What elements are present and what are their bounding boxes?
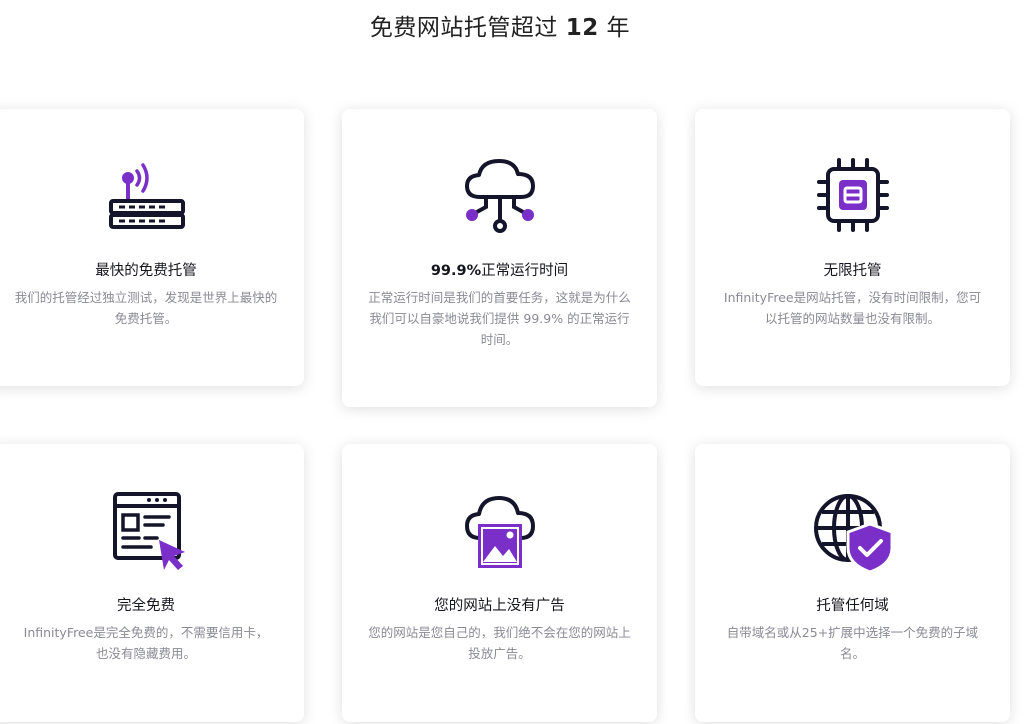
card-title-rest: 正常运行时间 [481,263,569,279]
feature-card-any-domain: 托管任何域 自带域名或从25+扩展中选择一个免费的子域名。 [695,444,1010,722]
card-title: 您的网站上没有广告 [434,598,565,614]
cloud-image-icon [342,488,657,578]
feature-card-no-ads: 您的网站上没有广告 您的网站是您自己的，我们绝不会在您的网站上投放广告。 [342,444,657,722]
title-suffix: 年 [598,15,631,41]
card-title: 最快的免费托管 [95,263,197,279]
card-description: 正常运行时间是我们的首要任务，这就是为什么我们可以自豪地说我们提供 99.9% … [368,290,631,347]
card-description: InfinityFree是网站托管，没有时间限制，您可以托管的网站数量也没有限制… [723,290,982,326]
feature-card-uptime: 99.9%正常运行时间 正常运行时间是我们的首要任务，这就是为什么我们可以自豪地… [342,109,657,407]
globe-shield-icon [695,488,1010,578]
card-title: 托管任何域 [816,598,889,614]
card-description: 您的网站是您自己的，我们绝不会在您的网站上投放广告。 [368,625,631,661]
card-title-bold: 99.9% [430,263,482,279]
feature-card-fastest: 最快的免费托管 我们的托管经过独立测试，发现是世界上最快的免费托管。 [0,109,304,386]
feature-card-free: 完全免费 InfinityFree是完全免费的，不需要信用卡，也没有隐藏费用。 [0,444,304,722]
router-icon [0,153,304,243]
title-number: 12 [565,15,599,41]
page-title: 免费网站托管超过 12 年 [0,8,1000,42]
card-title: 无限托管 [823,263,882,279]
title-prefix: 免费网站托管超过 [369,15,566,41]
card-description: 我们的托管经过独立测试，发现是世界上最快的免费托管。 [14,290,278,326]
cloud-network-icon [342,153,657,243]
card-description: InfinityFree是完全免费的，不需要信用卡，也没有隐藏费用。 [23,625,269,661]
browser-cursor-icon [0,488,304,578]
card-description: 自带域名或从25+扩展中选择一个免费的子域名。 [726,625,979,661]
feature-card-unlimited: 无限托管 InfinityFree是网站托管，没有时间限制，您可以托管的网站数量… [695,109,1010,386]
card-title: 99.9%正常运行时间 [342,259,657,280]
card-title: 完全免费 [117,598,175,614]
cpu-chip-icon [695,153,1010,243]
